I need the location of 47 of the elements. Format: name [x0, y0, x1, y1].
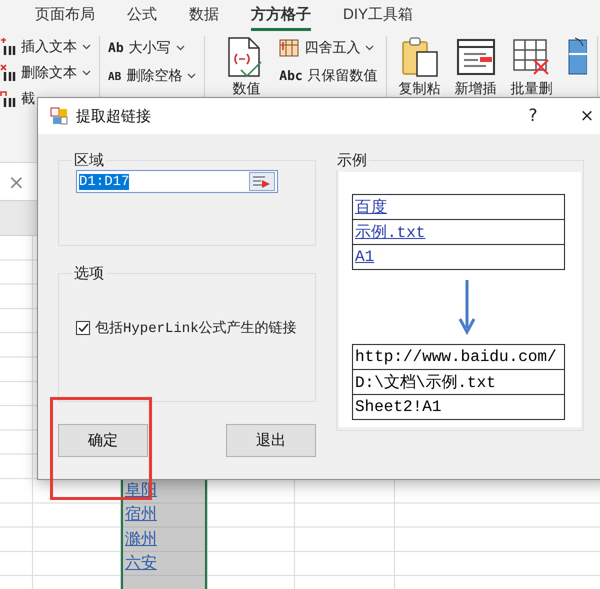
cut-text-icon: [0, 90, 16, 108]
text-icon: Ab: [108, 40, 124, 56]
example-link[interactable]: 百度: [355, 198, 387, 216]
ribbon-button[interactable]: 插入文本: [0, 36, 91, 58]
caret-icon: [82, 44, 91, 50]
down-arrow-icon: [458, 279, 476, 335]
group-label: 选项: [73, 264, 105, 283]
caret-icon: [187, 73, 196, 79]
text-icon: AB: [108, 70, 122, 82]
ribbon-button[interactable]: Abc 只保留数值: [279, 64, 378, 88]
link-cell[interactable]: 宿州: [123, 503, 157, 528]
ribbon-button[interactable]: Ab 大小写: [108, 36, 196, 60]
range-picker-icon: [249, 172, 275, 191]
ribbon-tab[interactable]: DIY工具箱: [343, 1, 414, 31]
caret-icon: [365, 45, 374, 51]
range-input[interactable]: D1:D17: [76, 170, 278, 193]
caret-icon: [176, 45, 185, 51]
example-result: http://www.baidu.com/: [352, 344, 564, 370]
app-icon: [50, 107, 68, 125]
ribbon-button[interactable]: 四舍五入: [279, 36, 378, 60]
dialog-button[interactable]: 退出: [226, 424, 316, 457]
link-cell[interactable]: 六安: [123, 552, 157, 576]
ribbon-tab[interactable]: 数据: [189, 1, 219, 31]
ribbon-button[interactable]: AB 删除空格: [108, 64, 196, 88]
group-label: 示例: [336, 151, 368, 170]
help-button[interactable]: ?: [510, 105, 556, 127]
example-link[interactable]: A1: [355, 248, 374, 266]
link-cell[interactable]: 滁州: [123, 528, 157, 552]
example-result: Sheet2!A1: [352, 394, 564, 420]
round-table-icon: [279, 39, 300, 57]
dialog-button[interactable]: 确定: [58, 424, 148, 457]
text-icon: Abc: [279, 68, 303, 84]
insert-text-icon: [0, 38, 16, 56]
close-button[interactable]: ×: [564, 105, 600, 127]
ribbon-tab[interactable]: 页面布局: [35, 1, 95, 31]
insert-rows-icon: [456, 36, 496, 78]
ribbon-button[interactable]: 删除文本: [0, 62, 91, 84]
checkbox-label: 包括HyperLink公式产生的链接: [95, 319, 297, 337]
ribbon-tab[interactable]: 方方格子: [251, 1, 311, 31]
clipboard-icon: [400, 36, 440, 78]
ribbon-button[interactable]: 数值: [223, 36, 270, 106]
example-result: D:\文档\示例.txt: [352, 370, 564, 394]
delete-text-icon: [0, 64, 16, 82]
group-label: 区域: [73, 151, 105, 170]
ribbon-tab[interactable]: 公式: [127, 1, 157, 31]
caret-icon: [82, 70, 91, 76]
checkbox[interactable]: [76, 321, 90, 335]
